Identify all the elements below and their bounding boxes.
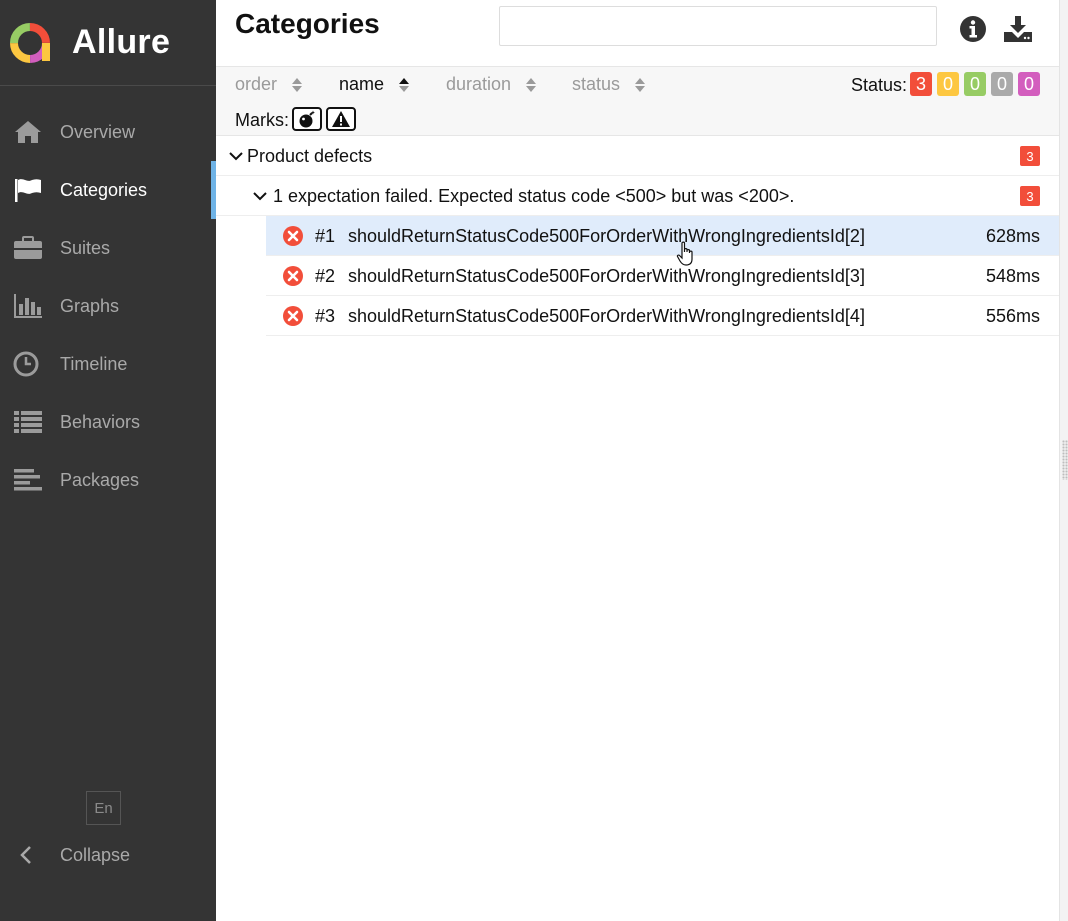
hand-pointer-cursor-icon	[676, 241, 693, 266]
sidebar-item-behaviors[interactable]: Behaviors	[0, 393, 216, 451]
test-duration: 556ms	[985, 306, 1040, 326]
category-title: Product defects	[247, 146, 373, 166]
failed-count-badge: 3	[1020, 186, 1040, 206]
app-name: Allure	[72, 23, 171, 61]
failed-status-icon	[283, 306, 303, 326]
chevron-left-icon	[20, 846, 31, 864]
sidebar-item-graphs[interactable]: Graphs	[0, 277, 216, 335]
failed-count-badge: 3	[1020, 146, 1040, 166]
test-name: shouldReturnStatusCode500ForOrderWithWro…	[348, 226, 865, 246]
test-result-row[interactable]: #2 shouldReturnStatusCode500ForOrderWith…	[266, 256, 1059, 296]
bomb-icon	[299, 110, 315, 128]
collapse-button[interactable]: Collapse	[0, 834, 216, 876]
subcategory-row[interactable]: 1 expectation failed. Expected status co…	[216, 176, 1059, 216]
sort-by-order[interactable]: order	[235, 74, 303, 95]
status-filter-label: Status:	[851, 75, 908, 95]
sort-toolbar: order name duration status Status: 3 0 0…	[216, 66, 1059, 136]
sidebar-item-timeline[interactable]: Timeline	[0, 335, 216, 393]
sidebar-item-overview[interactable]: Overview	[0, 103, 216, 161]
sort-icon	[635, 77, 646, 92]
download-icon[interactable]	[1003, 14, 1033, 44]
sidebar-item-label: Suites	[60, 238, 111, 258]
status-failed-badge[interactable]: 3	[910, 72, 932, 96]
test-name: shouldReturnStatusCode500ForOrderWithWro…	[348, 306, 865, 326]
sort-icon	[526, 77, 537, 92]
sort-by-name[interactable]: name	[339, 74, 410, 95]
test-duration: 628ms	[985, 226, 1040, 246]
sidebar-item-label: Graphs	[60, 296, 120, 316]
test-result-row[interactable]: #1 shouldReturnStatusCode500ForOrderWith…	[266, 216, 1059, 256]
new-failed-mark-button[interactable]	[326, 107, 356, 131]
sidebar-item-label: Behaviors	[60, 412, 141, 432]
splitter-handle[interactable]	[1059, 0, 1068, 921]
category-row[interactable]: Product defects 3	[216, 136, 1059, 176]
marks-label: Marks:	[235, 110, 289, 130]
chevron-down-icon	[229, 152, 243, 161]
brand[interactable]: Allure	[0, 0, 216, 86]
sidebar-item-label: Timeline	[60, 354, 128, 374]
test-duration: 548ms	[985, 266, 1040, 286]
sidebar-item-categories[interactable]: Categories	[0, 161, 216, 219]
test-number: #3	[315, 306, 336, 326]
flaky-mark-button[interactable]	[292, 107, 322, 131]
sidebar-item-label: Packages	[60, 470, 140, 490]
home-icon	[15, 121, 41, 143]
info-icon[interactable]	[959, 15, 987, 43]
collapse-label: Collapse	[60, 845, 131, 865]
failed-status-icon	[283, 226, 303, 246]
sort-asc-icon	[399, 77, 410, 92]
sidebar: Allure Overview Categories Suites Graphs…	[0, 0, 216, 921]
sorter-label: name	[339, 74, 385, 94]
test-name: shouldReturnStatusCode500ForOrderWithWro…	[348, 266, 865, 286]
test-number: #2	[315, 266, 336, 286]
status-broken-badge[interactable]: 0	[937, 72, 959, 96]
main-content: Categories order name duration status St…	[216, 0, 1059, 921]
sidebar-item-label: Overview	[60, 122, 136, 142]
chevron-down-icon	[253, 192, 267, 201]
status-skipped-badge[interactable]: 0	[991, 72, 1013, 96]
search-input[interactable]	[499, 6, 937, 46]
sidebar-nav: Overview Categories Suites Graphs Timeli…	[0, 103, 216, 509]
align-left-icon	[14, 469, 42, 491]
sort-icon	[292, 77, 303, 92]
page-title: Categories	[235, 8, 380, 39]
sidebar-item-suites[interactable]: Suites	[0, 219, 216, 277]
clock-icon	[13, 351, 39, 377]
list-icon	[14, 411, 42, 433]
sidebar-item-label: Categories	[60, 180, 148, 200]
briefcase-icon	[14, 236, 42, 259]
bar-chart-icon	[14, 294, 42, 318]
allure-logo-icon	[10, 22, 50, 63]
status-passed-badge[interactable]: 0	[964, 72, 986, 96]
sort-by-duration[interactable]: duration	[446, 74, 537, 95]
status-unknown-badge[interactable]: 0	[1018, 72, 1040, 96]
flag-icon	[15, 179, 41, 202]
test-result-row[interactable]: #3 shouldReturnStatusCode500ForOrderWith…	[266, 296, 1059, 336]
failed-status-icon	[283, 266, 303, 286]
sorter-label: status	[572, 74, 621, 94]
sorter-label: duration	[446, 74, 512, 94]
warning-icon	[332, 111, 350, 127]
status-filter: 3 0 0 0 0	[910, 72, 1045, 96]
subcategory-title: 1 expectation failed. Expected status co…	[273, 186, 795, 206]
grip-icon	[1062, 440, 1068, 480]
test-number: #1	[315, 226, 336, 246]
sorter-label: order	[235, 74, 278, 94]
sidebar-item-packages[interactable]: Packages	[0, 451, 216, 509]
language-button[interactable]: En	[86, 791, 121, 825]
sort-by-status[interactable]: status	[572, 74, 646, 95]
